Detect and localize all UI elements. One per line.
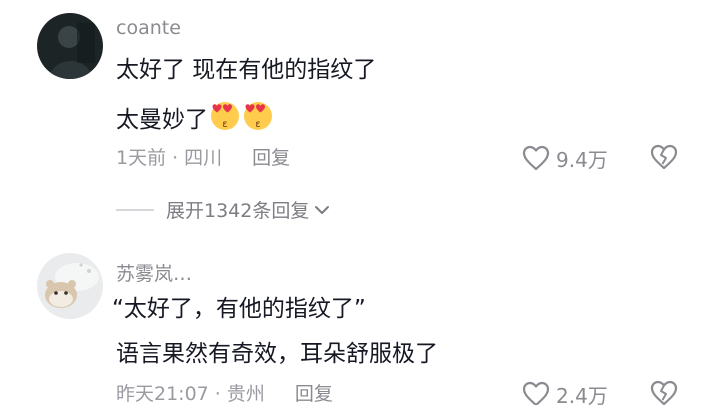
expand-replies-button[interactable]: 展开1342条回复 bbox=[116, 196, 331, 223]
expand-replies-label: 展开1342条回复 bbox=[166, 200, 310, 222]
comment-text: 太曼妙了 bbox=[116, 107, 208, 133]
svg-text:ε: ε bbox=[255, 119, 260, 130]
comment-time: 昨天21:07 bbox=[116, 383, 209, 405]
comment-time: 1天前 bbox=[116, 147, 167, 169]
like-button[interactable]: 2.4万 bbox=[522, 379, 608, 405]
comment-location: 四川 bbox=[184, 147, 223, 169]
comment-meta: 昨天21:07 · 贵州 回复 bbox=[116, 381, 333, 405]
broken-heart-icon bbox=[650, 144, 678, 170]
heart-outline-icon bbox=[522, 145, 550, 171]
like-button[interactable]: 9.4万 bbox=[522, 143, 608, 173]
heart-eyes-emoji-icon: ε ε bbox=[210, 100, 274, 140]
like-count: 2.4万 bbox=[556, 383, 608, 405]
svg-text:ε: ε bbox=[222, 119, 227, 130]
username[interactable]: coante bbox=[116, 17, 181, 39]
comment-meta: 1天前 · 四川 回复 bbox=[116, 145, 290, 171]
chevron-down-icon bbox=[315, 205, 330, 214]
reply-button[interactable]: 回复 bbox=[252, 147, 290, 169]
reply-button[interactable]: 回复 bbox=[295, 383, 333, 405]
separator: · bbox=[172, 147, 179, 169]
comment-text-line2: 太曼妙了 ε ε bbox=[116, 100, 274, 140]
like-count: 9.4万 bbox=[556, 147, 608, 172]
username[interactable]: 苏雾岚… bbox=[116, 259, 192, 286]
avatar[interactable] bbox=[37, 253, 103, 319]
avatar[interactable] bbox=[37, 13, 103, 79]
divider bbox=[116, 208, 154, 211]
comment-location: 贵州 bbox=[226, 383, 265, 405]
comment-text: “太好了，有他的指纹了” bbox=[112, 296, 366, 322]
broken-heart-icon bbox=[650, 380, 678, 405]
dislike-button[interactable] bbox=[650, 144, 680, 174]
comment-list: coante 太好了 现在有他的指纹了 太曼妙了 ε ε 1天前 · 四川 回复… bbox=[0, 0, 720, 405]
dislike-button[interactable] bbox=[650, 380, 680, 405]
comment-text: 语言果然有奇效，耳朵舒服极了 bbox=[116, 341, 438, 367]
heart-outline-icon bbox=[522, 381, 550, 405]
separator: · bbox=[214, 383, 221, 405]
comment-text: 太好了 现在有他的指纹了 bbox=[116, 57, 377, 83]
